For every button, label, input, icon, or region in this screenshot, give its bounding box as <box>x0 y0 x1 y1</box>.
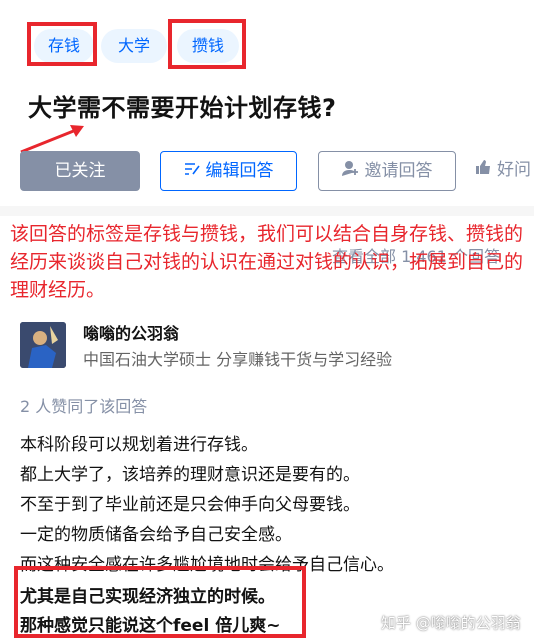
edit-icon <box>184 152 200 190</box>
good-question-button[interactable]: 好问 <box>475 151 534 191</box>
highlight-box-tag-zanqian <box>168 19 246 69</box>
good-question-label: 好问 <box>497 160 531 180</box>
answer-paragraph: 一定的物质储备会给予自己安全感。 <box>20 525 292 545</box>
zhihu-watermark: 知乎 @嗡嗡的公羽翁 <box>381 614 521 632</box>
invite-answer-button[interactable]: 邀请回答 <box>318 151 456 191</box>
author-name[interactable]: 嗡嗡的公羽翁 <box>83 320 179 344</box>
answer-paragraph: 都上大学了，该培养的理财意识还是要有的。 <box>20 465 360 485</box>
tag-daxue[interactable]: 大学 <box>101 29 167 63</box>
vote-count: 2 人赞同了该回答 <box>20 397 148 416</box>
answer-paragraph: 不至于到了毕业前还是只会伸手向父母要钱。 <box>20 495 360 515</box>
highlight-box-bold-lines <box>14 566 306 638</box>
add-user-icon <box>341 152 359 190</box>
question-title[interactable]: 大学需不需要开始计划存钱? <box>28 88 336 123</box>
thumbs-up-icon <box>475 151 491 189</box>
highlight-box-tag-cunqian <box>27 22 97 66</box>
section-divider <box>0 206 534 216</box>
author-bio: 中国石油大学硕士 分享赚钱干货与学习经验 <box>83 350 393 369</box>
author-avatar[interactable] <box>20 322 66 368</box>
edit-answer-label: 编辑回答 <box>205 161 274 181</box>
answer-paragraph: 本科阶段可以规划着进行存钱。 <box>20 435 258 455</box>
invite-answer-label: 邀请回答 <box>364 161 433 181</box>
follow-label: 已关注 <box>54 161 106 181</box>
edit-answer-button[interactable]: 编辑回答 <box>160 151 297 191</box>
annotation-text: 该回答的标签是存钱与攒钱，我们可以结合自身存钱、攒钱的经历来谈谈自己对钱的认识在… <box>10 223 524 301</box>
follow-button[interactable]: 已关注 <box>20 151 140 191</box>
